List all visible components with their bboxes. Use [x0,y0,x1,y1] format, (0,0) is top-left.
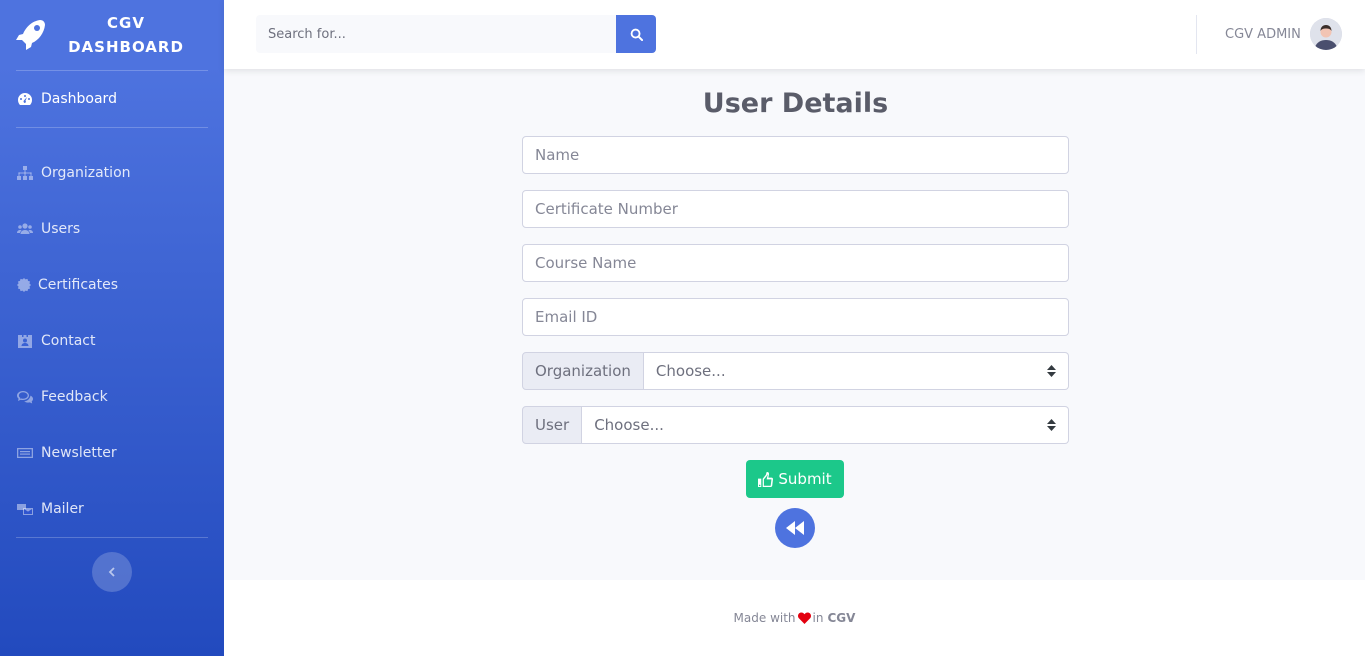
name-input[interactable] [522,136,1069,174]
sidebar-item-label: Mailer [41,501,84,517]
page-title: User Details [702,88,889,119]
rocket-icon [16,20,45,50]
backward-icon [786,521,804,535]
user-select[interactable]: Choose... [582,406,1069,444]
search-form [256,15,656,53]
certificate-icon [16,277,31,293]
organization-select[interactable]: Choose... [643,352,1069,390]
sort-icon [1047,365,1056,377]
sidebar-item-label: Contact [41,333,96,349]
sidebar: CGV DASHBOARD Dashboard Organization Use… [0,0,224,656]
brand-title: CGV DASHBOARD [56,11,196,59]
comments-icon [16,389,34,405]
mail-bulk-icon [16,501,34,517]
sidebar-toggle-button[interactable] [92,552,132,592]
brand-line-2: DASHBOARD [68,38,184,56]
sidebar-item-label: Certificates [38,277,119,293]
sidebar-item-dashboard[interactable]: Dashboard [0,71,224,127]
submit-button[interactable]: Submit [746,460,844,498]
tachometer-icon [16,91,34,107]
course-name-input[interactable] [522,244,1069,282]
sidebar-item-contact[interactable]: Contact [0,313,224,369]
organization-group: Organization Choose... [522,352,1069,390]
sidebar-divider [16,537,208,538]
user-name: CGV ADMIN [1225,26,1301,42]
back-button[interactable] [775,508,815,548]
topbar: CGV ADMIN [224,0,1365,69]
chevron-left-icon [108,567,115,577]
sidebar-item-label: Users [41,221,81,237]
footer: Made with in CGV [224,580,1365,656]
sidebar-item-users[interactable]: Users [0,201,224,257]
sidebar-item-mailer[interactable]: Mailer [0,481,224,537]
heart-icon [797,612,811,624]
organization-label: Organization [522,352,644,390]
avatar [1309,18,1342,50]
sidebar-item-newsletter[interactable]: Newsletter [0,425,224,481]
footer-made-with: Made with [733,611,796,625]
address-book-icon [16,333,34,349]
search-button[interactable] [616,15,656,53]
search-input[interactable] [256,15,616,53]
thumbs-up-icon [758,471,774,487]
user-dropdown[interactable]: CGV ADMIN [1225,18,1342,50]
topbar-divider [1196,15,1197,54]
sidebar-item-feedback[interactable]: Feedback [0,369,224,425]
sidebar-item-label: Organization [41,165,131,181]
email-input[interactable] [522,298,1069,336]
sidebar-item-label: Feedback [41,389,108,405]
user-label: User [522,406,583,444]
sort-icon [1047,419,1056,431]
sidebar-item-label: Dashboard [41,91,117,107]
sidebar-brand[interactable]: CGV DASHBOARD [0,0,224,70]
sidebar-item-label: Newsletter [41,445,117,461]
users-icon [16,221,34,237]
submit-label: Submit [778,470,832,488]
sidebar-item-certificates[interactable]: Certificates [0,257,224,313]
organization-select-value: Choose... [655,362,726,380]
brand-line-1: CGV [107,14,145,32]
footer-brand-link[interactable]: CGV [827,611,855,625]
user-group: User Choose... [522,406,1069,444]
newspaper-icon [16,445,34,461]
footer-in: in [812,611,824,625]
sitemap-icon [16,165,34,181]
sidebar-item-organization[interactable]: Organization [0,145,224,201]
certificate-number-input[interactable] [522,190,1069,228]
user-select-value: Choose... [594,416,664,434]
search-icon [630,28,643,41]
